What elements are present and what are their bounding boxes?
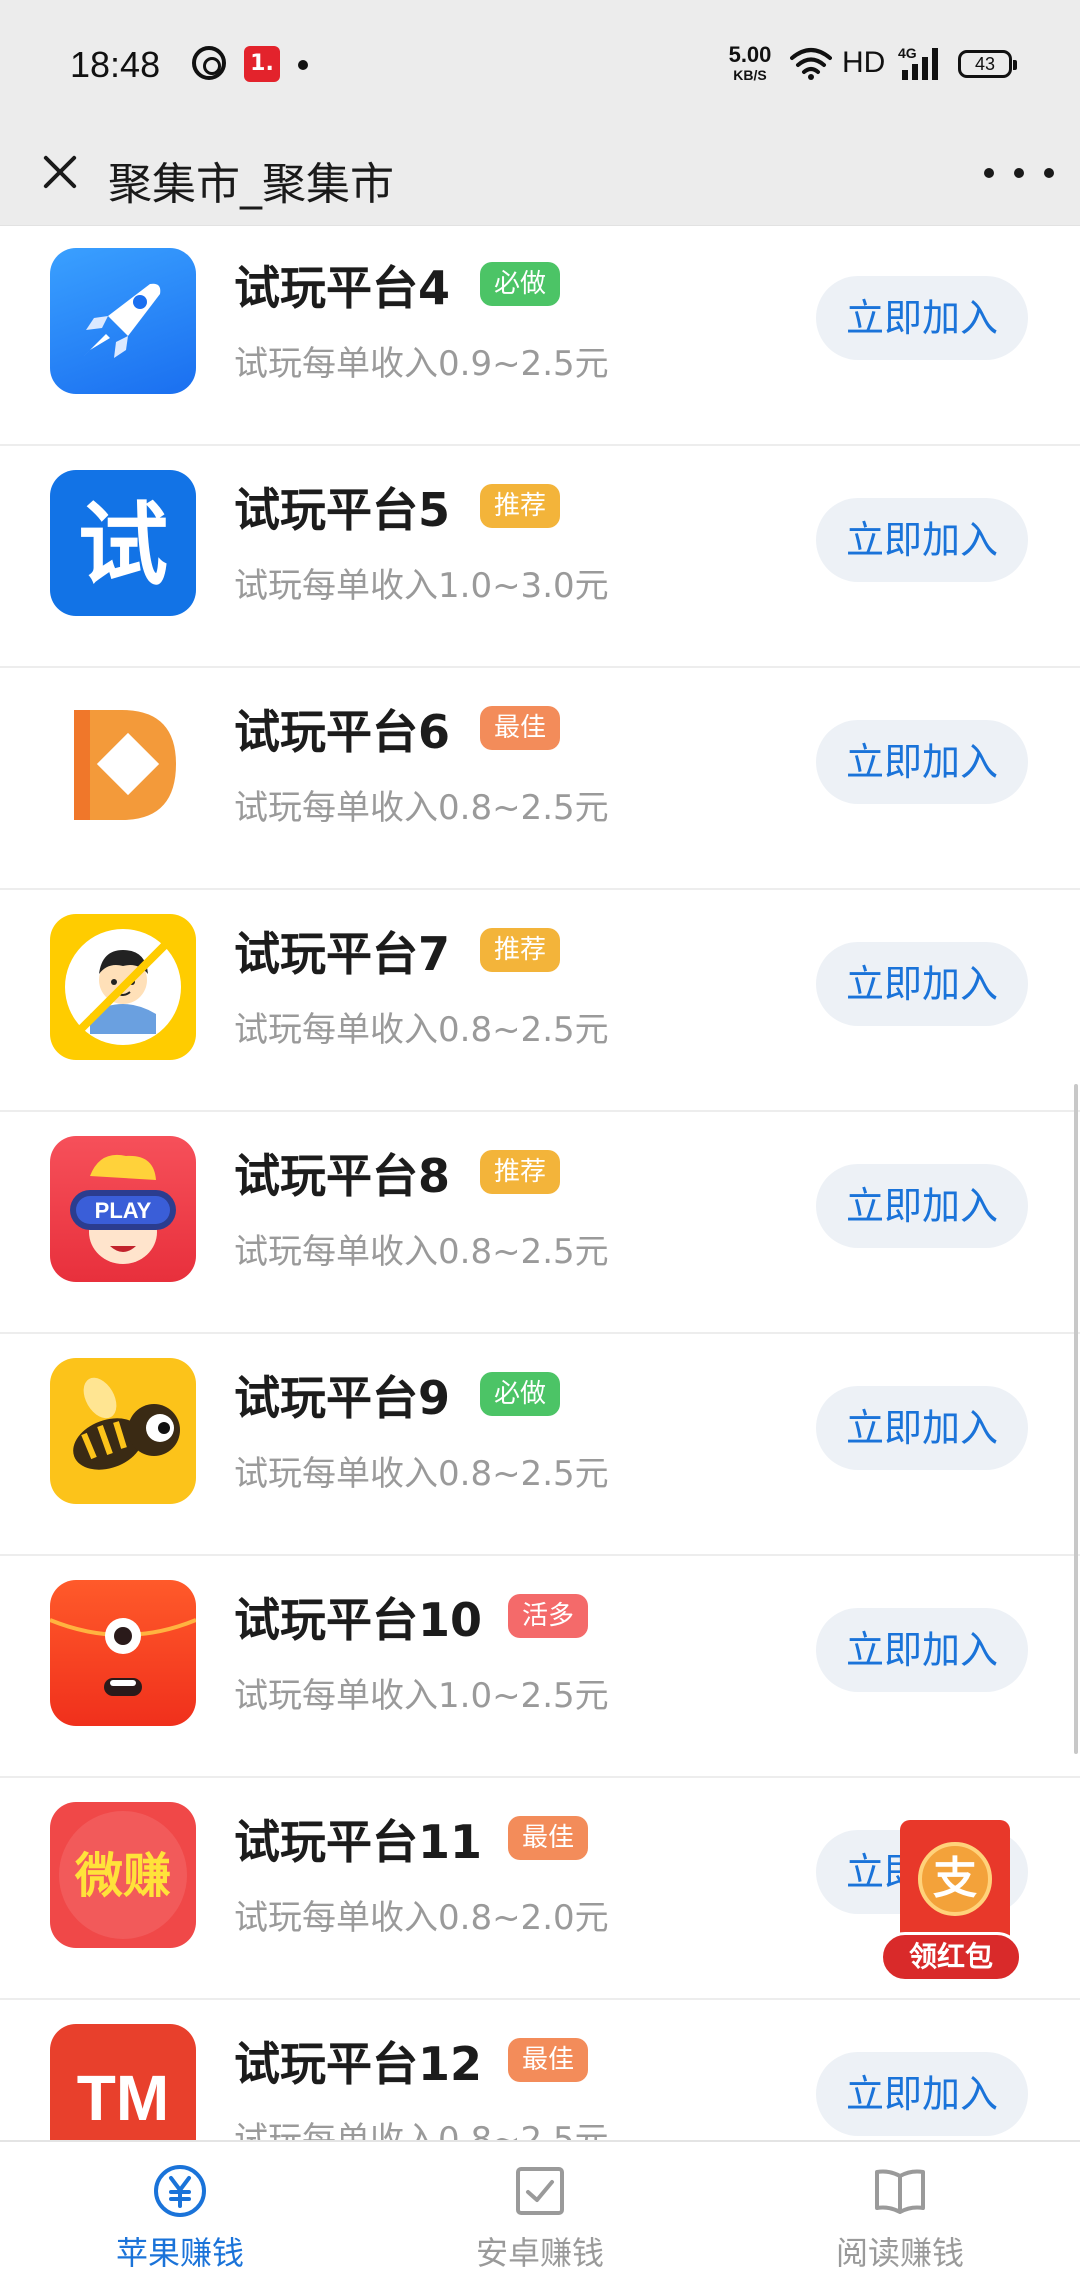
join-button[interactable]: 立即加入 xyxy=(816,2052,1028,2136)
tab-apple-earn[interactable]: 苹果赚钱 xyxy=(0,2142,360,2280)
item-name: 试玩平台8 xyxy=(234,1149,451,1203)
tab-label: 苹果赚钱 xyxy=(115,2234,244,2272)
join-button[interactable]: 立即加入 xyxy=(816,276,1028,360)
tab-android-earn[interactable]: 安卓赚钱 xyxy=(360,2142,720,2280)
play-mascot-icon[interactable]: PLAY xyxy=(50,1136,196,1282)
hd-indicator: HD xyxy=(842,46,886,79)
shi-icon[interactable]: 试 xyxy=(50,470,196,616)
status-bar: 18:48 1. 5.00 KB/S HD 4G 43 xyxy=(0,0,1080,120)
item-tag: 最佳 xyxy=(508,1816,589,1860)
item-desc: 试玩每单收入0.8~2.0元 xyxy=(234,1898,609,1938)
join-button[interactable]: 立即加入 xyxy=(816,720,1028,804)
list-item[interactable]: TM 试玩平台12 最佳 试玩每单收入0.8~2.5元 立即加入 xyxy=(0,2000,1080,2140)
item-desc: 试玩每单收入0.8~2.5元 xyxy=(234,1232,609,1272)
title-bar: 聚集市_聚集市 xyxy=(0,120,1080,226)
signal-icon: 4G xyxy=(898,45,938,80)
rocket-icon[interactable] xyxy=(50,248,196,394)
tab-label: 安卓赚钱 xyxy=(475,2234,604,2272)
status-time: 18:48 xyxy=(70,44,161,85)
item-tag: 活多 xyxy=(508,1594,589,1638)
item-tag: 必做 xyxy=(480,1372,561,1416)
item-desc: 试玩每单收入0.9~2.5元 xyxy=(234,344,609,384)
join-button[interactable]: 立即加入 xyxy=(816,1608,1028,1692)
list-item[interactable]: 试玩平台6 最佳 试玩每单收入0.8~2.5元 立即加入 xyxy=(0,668,1080,890)
bee-icon[interactable] xyxy=(50,1358,196,1504)
item-name: 试玩平台7 xyxy=(234,927,451,981)
red-packet-button[interactable]: 支 领红包 xyxy=(880,1820,1026,1988)
tab-label: 阅读赚钱 xyxy=(835,2234,964,2272)
notification-badge-icon: 1. xyxy=(244,46,280,82)
red-packet-label: 领红包 xyxy=(880,1932,1022,1982)
book-icon xyxy=(875,2169,925,2214)
svg-text:TM: TM xyxy=(77,2062,169,2134)
item-tag: 推荐 xyxy=(480,1150,561,1194)
item-tag: 最佳 xyxy=(480,706,561,750)
battery-icon: 43 xyxy=(958,50,1017,78)
network-type-label: 4G xyxy=(898,45,917,61)
item-desc: 试玩每单收入1.0~3.0元 xyxy=(234,566,609,606)
net-speed: 5.00 KB/S xyxy=(720,42,780,83)
item-name: 试玩平台10 xyxy=(234,1593,483,1647)
red-envelope-monster-icon[interactable] xyxy=(50,1580,196,1726)
item-name: 试玩平台5 xyxy=(234,483,451,537)
item-desc: 试玩每单收入0.8~2.5元 xyxy=(234,1454,609,1494)
join-button[interactable]: 立即加入 xyxy=(816,1164,1028,1248)
item-tag: 推荐 xyxy=(480,484,561,528)
join-button[interactable]: 立即加入 xyxy=(816,498,1028,582)
list-item[interactable]: 试玩平台4 必做 试玩每单收入0.9~2.5元 立即加入 xyxy=(0,226,1080,446)
list-item[interactable]: PLAY 试玩平台8 推荐 试玩每单收入0.8~2.5元 立即加入 xyxy=(0,1112,1080,1334)
item-name: 试玩平台4 xyxy=(234,261,451,315)
bottom-nav: 苹果赚钱 安卓赚钱 阅读赚钱 xyxy=(0,2140,1080,2280)
notification-dot-icon xyxy=(298,60,308,70)
list-item[interactable]: 试 试玩平台5 推荐 试玩每单收入1.0~3.0元 立即加入 xyxy=(0,446,1080,668)
item-name: 试玩平台11 xyxy=(234,1815,483,1869)
item-name: 试玩平台6 xyxy=(234,705,451,759)
net-speed-value: 5.00 xyxy=(728,42,772,67)
item-tag: 推荐 xyxy=(480,928,561,972)
tab-reading-earn[interactable]: 阅读赚钱 xyxy=(720,2142,1080,2280)
item-desc: 试玩每单收入1.0~2.5元 xyxy=(234,1676,609,1716)
yen-icon xyxy=(154,2165,206,2217)
item-name: 试玩平台12 xyxy=(234,2037,483,2091)
wifi-icon xyxy=(790,48,832,80)
item-tag: 必做 xyxy=(480,262,561,306)
join-button[interactable]: 立即加入 xyxy=(816,942,1028,1026)
tm-icon[interactable]: TM xyxy=(50,2024,196,2140)
more-options-icon[interactable] xyxy=(984,150,1054,196)
join-button[interactable]: 立即加入 xyxy=(816,1386,1028,1470)
alipay-icon: 支 xyxy=(918,1842,992,1916)
list-item[interactable]: 试玩平台10 活多 试玩每单收入1.0~2.5元 立即加入 xyxy=(0,1556,1080,1778)
close-icon[interactable] xyxy=(30,142,90,202)
item-desc: 试玩每单收入0.8~2.5元 xyxy=(234,1010,609,1050)
boy-face-icon[interactable] xyxy=(50,914,196,1060)
page-title: 聚集市_聚集市 xyxy=(108,159,394,210)
check-square-icon xyxy=(516,2167,564,2215)
orange-d-icon[interactable] xyxy=(50,692,196,838)
item-desc: 试玩每单收入0.8~2.5元 xyxy=(234,788,609,828)
weizhuan-icon[interactable]: 微赚 xyxy=(50,1802,196,1948)
item-tag: 最佳 xyxy=(508,2038,589,2082)
svg-text:PLAY: PLAY xyxy=(95,1198,152,1223)
net-speed-unit: KB/S xyxy=(733,67,767,83)
netease-music-icon xyxy=(192,46,226,80)
list-item[interactable]: 试玩平台7 推荐 试玩每单收入0.8~2.5元 立即加入 xyxy=(0,890,1080,1112)
svg-text:微赚: 微赚 xyxy=(74,1848,171,1904)
scrollbar[interactable] xyxy=(1074,1084,1078,1754)
list-item[interactable]: 试玩平台9 必做 试玩每单收入0.8~2.5元 立即加入 xyxy=(0,1334,1080,1556)
svg-text:试: 试 xyxy=(78,493,168,598)
item-desc: 试玩每单收入0.8~2.5元 xyxy=(234,2120,609,2140)
item-name: 试玩平台9 xyxy=(234,1371,451,1425)
